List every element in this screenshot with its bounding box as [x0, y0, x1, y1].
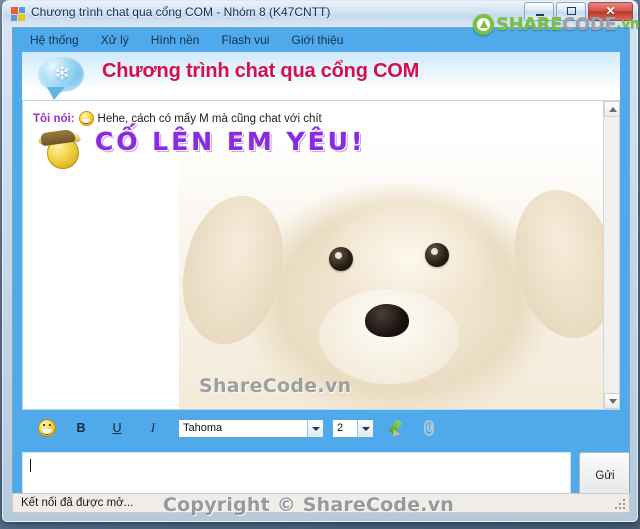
banner-title: Chương trình chat qua cổng COM — [102, 60, 420, 82]
menu-item-he-thong[interactable]: Hệ thống — [21, 30, 88, 50]
window-title: Chương trình chat qua cổng COM - Nhóm 8 … — [31, 5, 331, 19]
minimize-button[interactable] — [524, 2, 554, 21]
chat-watermark: ShareCode.vn — [199, 375, 352, 397]
minimize-icon — [536, 14, 544, 16]
font-size-select[interactable]: 2 — [332, 418, 374, 438]
scroll-down-triangle — [609, 399, 617, 404]
menu-bar: Hệ thống Xử lý Hình nền Flash vui Giới t… — [13, 28, 629, 51]
status-text: Kết nối đã được mở... — [21, 497, 134, 509]
chat-display[interactable]: ShareCode.vn Tôi nói: Hehe, cách có mấy … — [22, 100, 620, 410]
app-client-area: Hệ thống Xử lý Hình nền Flash vui Giới t… — [12, 27, 630, 511]
message-text: Hehe, cách có mấy M mà cũng chat với chí… — [97, 112, 322, 125]
dog-background-image — [179, 139, 619, 409]
dog-eye-right — [425, 243, 449, 267]
close-button[interactable]: ✕ — [588, 2, 633, 21]
chevron-down-icon[interactable] — [357, 419, 373, 437]
paperclip-icon[interactable] — [422, 419, 438, 437]
format-toolbar: B U I Tahoma 2 — [22, 414, 620, 442]
font-size-value: 2 — [337, 422, 344, 434]
chat-message: Tôi nói: Hehe, cách có mấy M mà cũng cha… — [33, 111, 603, 126]
scroll-down-arrow-icon[interactable] — [604, 393, 619, 409]
message-list: Tôi nói: Hehe, cách có mấy M mà cũng cha… — [23, 101, 603, 169]
bold-button[interactable]: B — [70, 418, 92, 438]
close-icon: ✕ — [605, 4, 616, 18]
scroll-up-triangle — [609, 107, 617, 112]
italic-button[interactable]: I — [142, 418, 164, 438]
menu-item-flash-vui[interactable]: Flash vui — [212, 30, 278, 50]
grin-emoticon-icon — [78, 111, 94, 126]
app-banner: ❄ Chương trình chat qua cổng COM — [22, 52, 620, 100]
dog-ear-left — [179, 186, 296, 354]
message-sender-label: Tôi nói: — [33, 112, 75, 125]
text-caret — [30, 459, 31, 472]
font-family-value: Tahoma — [183, 422, 223, 434]
maximize-button[interactable] — [556, 2, 586, 21]
chevron-down-icon[interactable] — [307, 419, 323, 437]
underline-button[interactable]: U — [106, 418, 128, 438]
status-bar: Kết nối đã được mở... — [12, 493, 630, 513]
sticker-text: CỐ LÊN EM YÊU! — [95, 127, 366, 156]
chat-scrollbar[interactable] — [603, 101, 619, 409]
paperclip-inner — [427, 423, 432, 432]
pen-icon[interactable] — [388, 419, 408, 439]
menu-item-gioi-thieu[interactable]: Giới thiệu — [282, 30, 352, 50]
cow-emoticon-icon — [36, 128, 85, 171]
dog-eye-left — [329, 247, 353, 271]
speech-bubble-icon: ❄ — [38, 57, 84, 100]
smiley-icon[interactable] — [38, 419, 56, 437]
snowflake-icon: ❄ — [53, 63, 71, 85]
pen-tip — [390, 429, 400, 439]
maximize-icon — [567, 7, 576, 15]
app-window: Chương trình chat qua cổng COM - Nhóm 8 … — [2, 0, 640, 522]
app-icon — [11, 7, 25, 21]
menu-item-hinh-nen[interactable]: Hình nền — [142, 30, 209, 50]
dog-ear-right — [502, 180, 619, 348]
menu-item-xu-ly[interactable]: Xử lý — [92, 30, 138, 50]
dog-nose — [365, 304, 409, 337]
font-family-select[interactable]: Tahoma — [178, 418, 324, 438]
scroll-up-arrow-icon[interactable] — [604, 101, 619, 117]
desktop-background: Chương trình chat qua cổng COM - Nhóm 8 … — [0, 0, 640, 529]
title-bar[interactable]: Chương trình chat qua cổng COM - Nhóm 8 … — [3, 1, 637, 27]
resize-grip[interactable] — [614, 498, 625, 509]
